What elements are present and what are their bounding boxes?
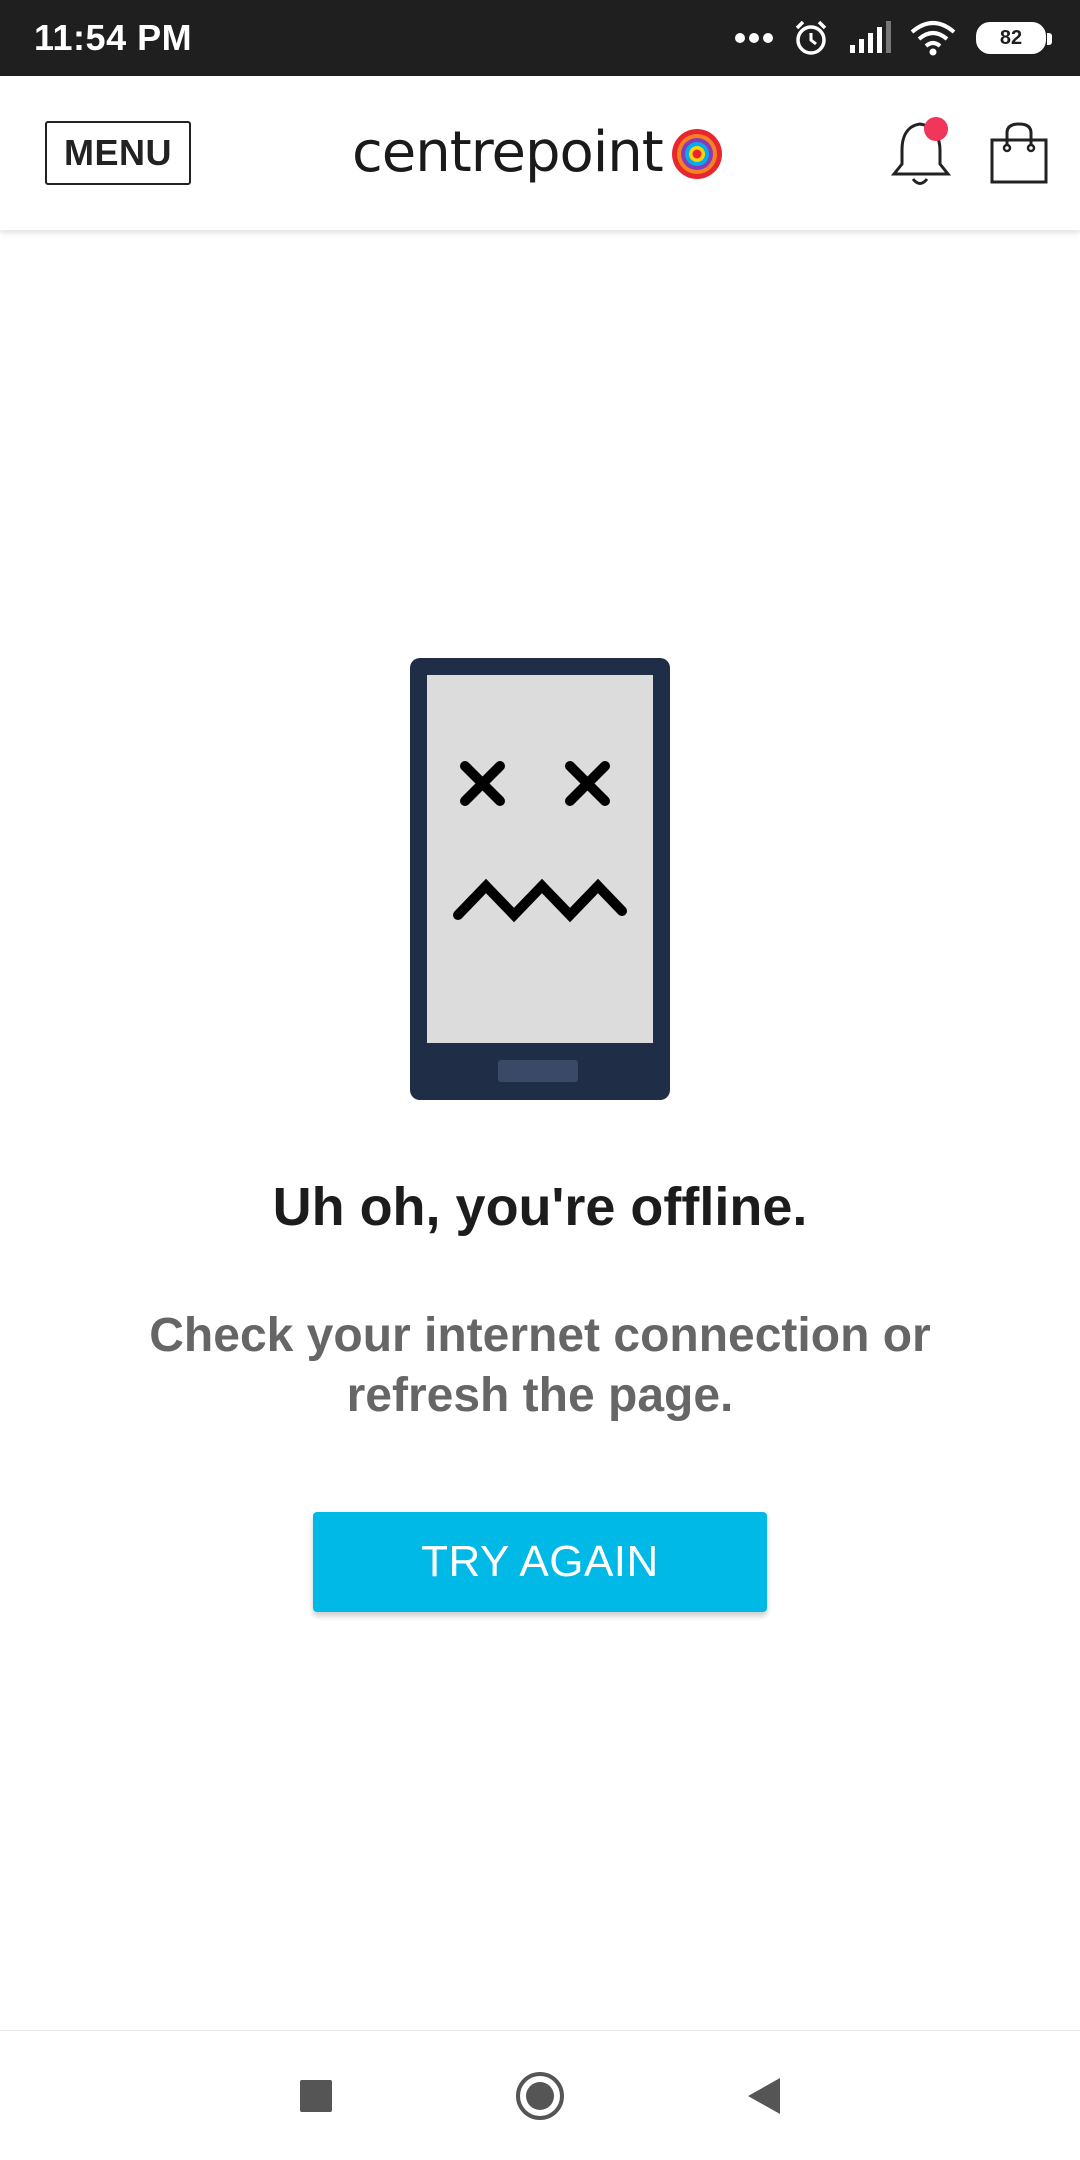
logo-mark-icon [671,128,723,185]
status-bar: 11:54 PM 82 [0,0,1080,76]
recents-square-icon[interactable] [289,2069,343,2123]
battery-icon: 82 [976,22,1052,54]
menu-button[interactable]: MENU [45,121,191,185]
shopping-bag-icon[interactable] [988,120,1050,186]
status-time: 11:54 PM [34,17,193,58]
centrepoint-logo[interactable]: centrepoint [352,110,723,194]
home-circle-icon[interactable] [513,2069,567,2123]
status-icons: 82 [734,19,1052,57]
app-header: MENU centrepoint [0,76,1080,230]
wifi-icon [910,20,956,56]
more-dots-icon [734,32,774,44]
sad-phone-icon [410,658,670,1105]
system-nav-bar [0,2030,1080,2160]
offline-headline: Uh oh, you're offline. [272,1177,808,1237]
notification-bell-icon[interactable] [890,116,954,190]
alarm-icon [792,19,830,57]
try-again-button[interactable]: TRY AGAIN [313,1512,767,1612]
back-triangle-icon[interactable] [737,2069,791,2123]
offline-message: Check your internet connection or refres… [149,1309,931,1422]
offline-screen: Uh oh, you're offline. Check your intern… [0,230,1080,2030]
signal-icon [848,21,892,55]
logo-text: centrepoint [352,119,664,185]
